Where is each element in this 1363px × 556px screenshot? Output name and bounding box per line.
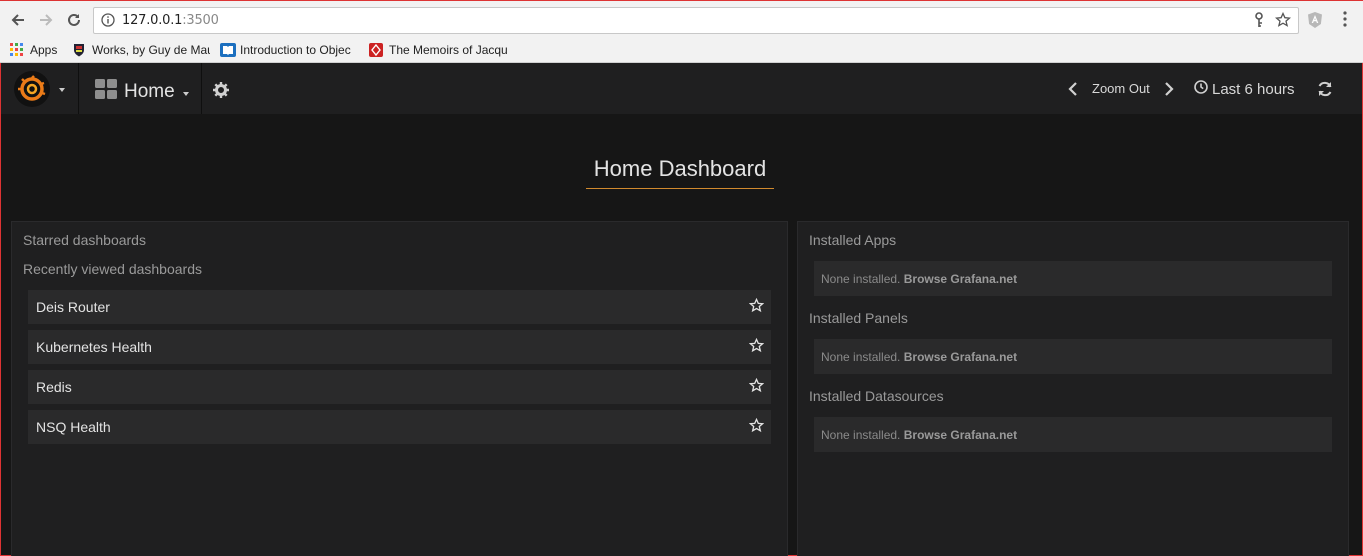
info-icon[interactable]	[101, 13, 115, 32]
page-title: Home Dashboard	[586, 156, 774, 189]
dashboard-name: Home	[124, 80, 175, 102]
chevron-down-icon[interactable]	[59, 88, 65, 92]
clock-icon	[1194, 80, 1208, 99]
url-host: 127.0.0.1	[122, 13, 183, 28]
list-item[interactable]: Deis Router	[28, 290, 771, 324]
grafana-app: Home Zoom Out Last 6 hours Home Dashboar…	[0, 63, 1363, 556]
bookmark-star-icon[interactable]	[1274, 11, 1292, 33]
star-icon[interactable]	[748, 377, 765, 398]
browse-grafana-link[interactable]: Browse Grafana.net	[904, 272, 1017, 286]
recent-dashboards-heading: Recently viewed dashboards	[23, 261, 202, 277]
gutenberg-icon	[369, 43, 383, 57]
bookmark-introduction-to-objects[interactable]: Introduction to Objec	[220, 40, 358, 60]
bookmark-label: The Memoirs of Jacqu	[389, 43, 507, 57]
list-item[interactable]: Kubernetes Health	[28, 330, 771, 364]
chevron-left-icon[interactable]	[1068, 82, 1078, 101]
bookmark-label: Apps	[30, 43, 58, 57]
zoom-out-button[interactable]: Zoom Out	[1092, 81, 1150, 96]
menu-icon[interactable]	[1343, 11, 1347, 32]
top-navbar: Home Zoom Out Last 6 hours	[1, 63, 1362, 114]
dashboard-picker[interactable]: Home	[95, 79, 189, 104]
dashboard-list-panel: Starred dashboards Recently viewed dashb…	[11, 221, 788, 556]
installed-panels-heading: Installed Panels	[809, 310, 908, 326]
navbar-divider	[78, 63, 79, 114]
star-icon[interactable]	[748, 297, 765, 318]
dashboard-link[interactable]: Deis Router	[36, 299, 110, 315]
star-icon[interactable]	[748, 337, 765, 358]
list-item[interactable]: Redis	[28, 370, 771, 404]
forward-icon[interactable]	[35, 9, 57, 31]
dashboard-grid-icon	[95, 79, 117, 104]
installed-datasources-heading: Installed Datasources	[809, 388, 944, 404]
back-icon[interactable]	[7, 9, 29, 31]
reload-icon[interactable]	[63, 9, 85, 31]
grafana-logo-icon[interactable]	[14, 71, 50, 107]
shield-icon	[72, 43, 86, 57]
installed-panels-empty: None installed. Browse Grafana.net	[814, 339, 1332, 374]
url-text: 127.0.0.1:3500	[122, 13, 219, 28]
installed-apps-heading: Installed Apps	[809, 232, 897, 248]
chevron-right-icon[interactable]	[1164, 82, 1174, 101]
installed-datasources-empty: None installed. Browse Grafana.net	[814, 417, 1332, 452]
key-icon[interactable]	[1253, 12, 1265, 33]
navbar-divider	[201, 63, 202, 114]
url-port: :3500	[182, 13, 219, 28]
time-range-picker[interactable]: Last 6 hours	[1194, 80, 1295, 99]
bookmark-label: Introduction to Objec	[240, 43, 351, 57]
browse-grafana-link[interactable]: Browse Grafana.net	[904, 350, 1017, 364]
bookmark-memoirs-of-jacques[interactable]: The Memoirs of Jacqu	[369, 40, 507, 60]
browser-toolbar: 127.0.0.1:3500	[0, 0, 1363, 38]
dashboard-link[interactable]: Kubernetes Health	[36, 339, 152, 355]
refresh-icon[interactable]	[1317, 81, 1333, 102]
starred-dashboards-heading: Starred dashboards	[23, 232, 146, 248]
chevron-down-icon	[182, 91, 189, 96]
bookmark-label: Works, by Guy de Mau	[92, 43, 210, 57]
installed-apps-empty: None installed. Browse Grafana.net	[814, 261, 1332, 296]
dashboard-link[interactable]: Redis	[36, 379, 72, 395]
extension-icon[interactable]	[1306, 11, 1324, 29]
list-item[interactable]: NSQ Health	[28, 410, 771, 444]
address-bar[interactable]: 127.0.0.1:3500	[93, 7, 1299, 34]
dashboard-link[interactable]: NSQ Health	[36, 419, 111, 435]
empty-text: None installed.	[821, 272, 901, 286]
book-icon	[220, 43, 236, 57]
time-range-label: Last 6 hours	[1212, 81, 1295, 98]
plugin-list-panel: Installed Apps None installed. Browse Gr…	[797, 221, 1349, 556]
bookmarks-bar: Apps Works, by Guy de Mau Introduction t…	[0, 38, 1363, 63]
star-icon[interactable]	[748, 417, 765, 438]
gear-icon[interactable]	[213, 82, 229, 103]
empty-text: None installed.	[821, 428, 901, 442]
bookmark-works-guy-de-maupassant[interactable]: Works, by Guy de Mau	[72, 40, 210, 60]
bookmark-apps[interactable]: Apps	[10, 40, 62, 60]
browse-grafana-link[interactable]: Browse Grafana.net	[904, 428, 1017, 442]
empty-text: None installed.	[821, 350, 901, 364]
apps-grid-icon	[10, 43, 24, 57]
